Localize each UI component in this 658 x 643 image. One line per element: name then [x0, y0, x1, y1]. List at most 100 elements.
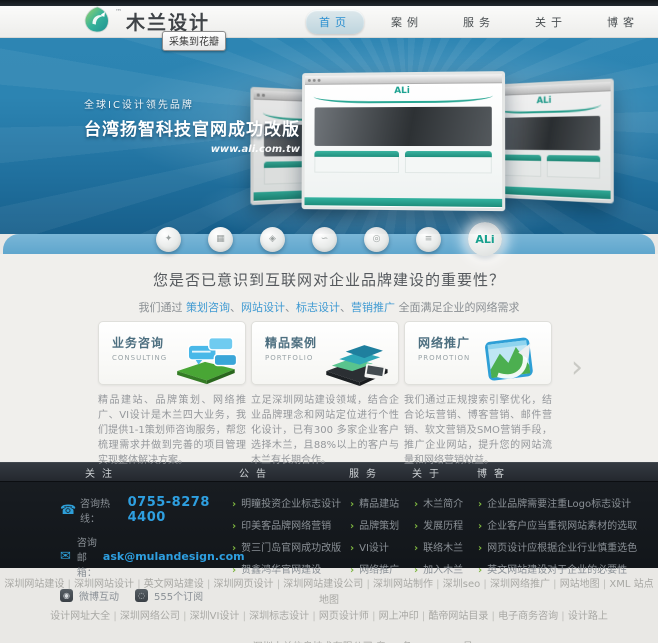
- bottom-link[interactable]: 深圳网站制作: [373, 579, 443, 590]
- announcement-link[interactable]: › 明瞳投资企业标志设计: [232, 495, 350, 510]
- hotline-number: 0755-8278 4400: [127, 495, 210, 525]
- bullet-arrow-icon: ›: [350, 565, 355, 576]
- bottom-link[interactable]: 酷帝网站目录: [428, 611, 498, 622]
- client-logo-glyph: ✦: [164, 234, 173, 244]
- footer-about-link[interactable]: › 联络木兰: [414, 539, 478, 554]
- bullet-arrow-icon: ›: [350, 543, 355, 554]
- browser-window-center: ALi: [301, 71, 506, 212]
- card-subtitle: PROMOTION: [418, 354, 471, 362]
- intro-subline: 我们通过 策划咨询网站设计标志设计营销推广 全面满足企业的网络需求: [0, 299, 658, 315]
- logo-leaf-icon: [84, 6, 111, 37]
- intro-service-link[interactable]: 策划咨询: [186, 301, 241, 314]
- announcement-link[interactable]: › 贺鑫鸿华官网建设: [232, 561, 350, 576]
- email-label: 咨询邮箱：: [76, 538, 97, 579]
- announcement-link[interactable]: › 印美客品牌网络营销: [232, 517, 350, 532]
- client-logo-row: ✦ ▦ ◈ ∽ ◎ ≡ ALi: [3, 222, 655, 256]
- bottom-link[interactable]: 电子商务咨询: [498, 611, 568, 622]
- intro-suffix: 全面满足企业的网络需求: [395, 301, 520, 314]
- hero-banner: ALi ALi ALi: [0, 38, 658, 234]
- card-title: 网络推广: [418, 336, 471, 350]
- bullet-arrow-icon: ›: [232, 521, 237, 532]
- bottom-link[interactable]: 网上冲印: [379, 611, 429, 622]
- carousel-next-arrow[interactable]: ›: [571, 353, 583, 383]
- collect-to-huaban-button[interactable]: 采集到花瓣: [162, 31, 226, 51]
- phone-icon: ☎: [60, 502, 77, 518]
- client-logo-band: ✦ ▦ ◈ ∽ ◎ ≡ ALi: [3, 222, 655, 256]
- client-logo-circle[interactable]: ◎: [364, 226, 389, 252]
- footer-about-link[interactable]: › 发展历程: [414, 517, 478, 532]
- consulting-illustration-icon: [167, 334, 243, 385]
- footer-blog-link[interactable]: › 企业品牌需要注重Logo标志设计: [478, 495, 658, 510]
- footer-blog-link[interactable]: › 企业客户应当重视网站素材的选取: [478, 517, 658, 532]
- bottom-link[interactable]: 深圳标志设计: [249, 611, 319, 622]
- intro-service-link[interactable]: 网站设计: [241, 301, 296, 314]
- intro-prefix: 我们通过: [138, 301, 186, 314]
- footer-about-link[interactable]: › 加入木兰: [414, 561, 478, 576]
- bullet-arrow-icon: ›: [478, 543, 483, 554]
- client-logo-glyph: ALi: [475, 232, 495, 246]
- promotion-card[interactable]: 网络推广 PROMOTION: [404, 321, 552, 385]
- bottom-link[interactable]: 英文网站建设: [144, 579, 214, 590]
- nav-item[interactable]: 服务: [450, 10, 508, 34]
- footer-blog-link[interactable]: › 网页设计应根据企业行业慎重选色: [478, 539, 658, 554]
- nav-item[interactable]: 博客: [594, 10, 652, 34]
- client-logo-circle[interactable]: ▦: [208, 226, 233, 252]
- footer-service-link[interactable]: › 网络推广: [350, 561, 414, 576]
- bottom-link[interactable]: 深圳网站设计: [74, 579, 144, 590]
- banner-url: www.ali.com.tw: [210, 144, 300, 155]
- services-cards-section: 业务咨询 CONSULTING 精品建站、品牌策划、网络推广、VI设计是木兰四大…: [0, 321, 658, 466]
- footer-service-link[interactable]: › 品牌策划: [350, 517, 414, 532]
- client-logo-circle[interactable]: ∽: [312, 226, 337, 252]
- bullet-arrow-icon: ›: [350, 521, 355, 532]
- client-logo-circle[interactable]: ◈: [260, 226, 285, 252]
- bottom-link[interactable]: 网页设计师: [319, 611, 379, 622]
- footer-service-link[interactable]: › 精品建站: [350, 495, 414, 510]
- service-card-portfolio: 精品案例 PORTFOLIO 立足深圳网站建设领域，结合企业品牌理念和网站定位进…: [251, 321, 399, 466]
- hotline-label: 咨询热线：: [80, 499, 110, 525]
- site-footer: 关注 公告 服务 关于 博客 ☎ 咨询热线： 0755-8278 4400 ✉ …: [0, 462, 658, 603]
- footer-services-list: › 精品建站 › 品牌策划 › VI设计 › 网络推广: [350, 495, 414, 576]
- client-logo-glyph: ▦: [216, 234, 225, 244]
- card-title: 业务咨询: [112, 336, 165, 350]
- site-header: ™ 木兰设计 首页 案例 服务 关于 博客: [0, 6, 658, 38]
- intro-service-link[interactable]: 营销推广: [351, 301, 395, 314]
- intro-service-link[interactable]: 标志设计: [296, 301, 351, 314]
- consulting-card[interactable]: 业务咨询 CONSULTING: [98, 321, 246, 385]
- bottom-link[interactable]: 深圳VI设计: [190, 611, 250, 622]
- bullet-arrow-icon: ›: [478, 499, 483, 510]
- client-logo-circle[interactable]: ALi: [468, 222, 502, 256]
- bullet-arrow-icon: ›: [414, 543, 419, 554]
- banner-caption: 全球IC设计领先品牌 台湾扬智科技官网成功改版 www.ali.com.tw: [84, 96, 300, 155]
- bottom-link[interactable]: 深圳seo: [443, 579, 490, 590]
- client-logo-circle[interactable]: ✦: [156, 226, 181, 252]
- nav-item[interactable]: 关于: [522, 10, 580, 34]
- bullet-arrow-icon: ›: [350, 499, 355, 510]
- client-logo-circle[interactable]: ≡: [416, 226, 441, 252]
- portfolio-card[interactable]: 精品案例 PORTFOLIO: [251, 321, 399, 386]
- nav-item[interactable]: 案例: [378, 10, 436, 34]
- announcement-link[interactable]: › 贺三门岛官网成功改版: [232, 539, 350, 554]
- bottom-link[interactable]: 深圳网络公司: [120, 611, 190, 622]
- bullet-arrow-icon: ›: [232, 565, 237, 576]
- footer-body: ☎ 咨询热线： 0755-8278 4400 ✉ 咨询邮箱： ask@mulan…: [0, 482, 658, 603]
- bottom-link[interactable]: 深圳网站建设: [4, 579, 74, 590]
- bullet-arrow-icon: ›: [232, 499, 237, 510]
- bottom-link[interactable]: 设计路上: [568, 611, 608, 622]
- bottom-link[interactable]: 深圳网页设计: [214, 579, 284, 590]
- intro-section: 您是否已意识到互联网对企业品牌建设的重要性？ 我们通过 策划咨询网站设计标志设计…: [0, 254, 658, 321]
- footer-blog-list: › 企业品牌需要注重Logo标志设计 › 企业客户应当重视网站素材的选取 › 网页设计应根…: [478, 495, 658, 576]
- nav-item[interactable]: 首页: [306, 9, 365, 34]
- footer-blog-link[interactable]: › 英文网站建设对于企业的必要性: [478, 561, 658, 576]
- service-card-promotion: 网络推广 PROMOTION 我们通过正规搜索引擎优化，结合论坛营销、博客营销、…: [404, 321, 552, 466]
- card-subtitle: CONSULTING: [112, 354, 168, 362]
- footer-about-link[interactable]: › 木兰简介: [414, 495, 478, 510]
- email-link[interactable]: ask@mulandesign.com: [103, 550, 245, 563]
- bottom-link[interactable]: 网站地图: [560, 579, 610, 590]
- promotion-description: 我们通过正规搜索引擎优化，结合论坛营销、博客营销、邮件营销、软文营销及SMO营销…: [404, 395, 552, 466]
- main-nav: 首页 案例 服务 关于 博客: [306, 9, 652, 34]
- client-logo-glyph: ∽: [320, 234, 329, 244]
- bottom-link[interactable]: 深圳网站建设公司: [283, 579, 373, 590]
- footer-service-link[interactable]: › VI设计: [350, 539, 414, 554]
- bottom-link[interactable]: 设计网址大全: [50, 611, 120, 622]
- bottom-link[interactable]: 深圳网络推广: [490, 579, 560, 590]
